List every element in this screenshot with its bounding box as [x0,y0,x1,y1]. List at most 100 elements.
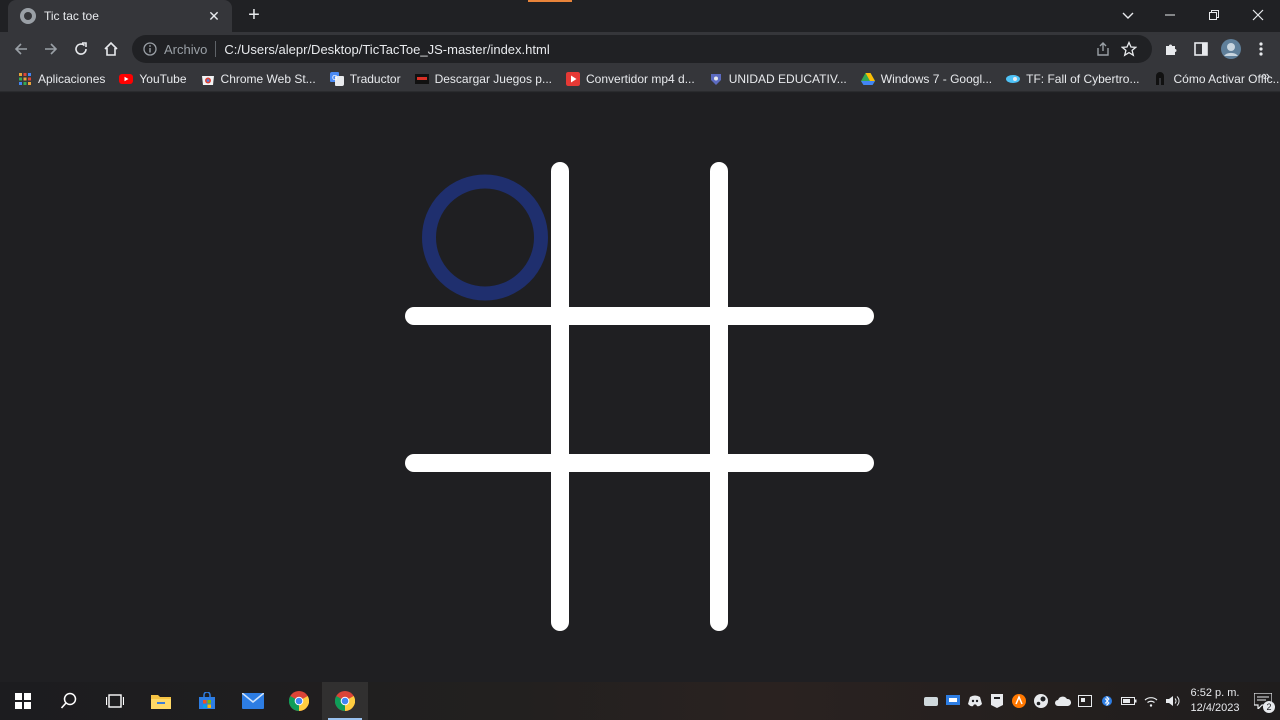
back-button[interactable] [6,34,36,64]
window-controls [1148,0,1280,32]
system-tray: 6:52 p. m. 12/4/2023 2 [920,682,1280,720]
windows-taskbar: 6:52 p. m. 12/4/2023 2 [0,682,1280,720]
store-bag-icon [199,692,215,709]
mail-button[interactable] [230,682,276,720]
microsoft-store-button[interactable] [184,682,230,720]
bookmark-unidad-educativa[interactable]: UNIDAD EDUCATIV... [703,68,853,90]
tab-strip: Tic tac toe ✕ + [0,0,1280,32]
board-cell-2[interactable] [719,171,865,316]
chrome-menu-button[interactable] [1246,34,1276,64]
bookmark-label: Traductor [349,71,401,86]
youtube-icon [119,73,134,84]
play-icon [566,71,580,86]
tray-window-icon[interactable] [1074,682,1096,720]
site-scheme-label: Archivo [164,41,208,57]
bookmark-chrome-web-store[interactable]: Chrome Web St... [195,68,322,90]
board-cell-3[interactable] [414,316,560,463]
battery-icon[interactable] [1118,682,1140,720]
puzzle-icon [1166,44,1177,55]
search-icon [60,692,77,709]
office-icon [1156,71,1165,85]
bookmarks-bar: Aplicaciones YouTube Chrome Web St... G … [0,66,1280,92]
bookmark-label: TF: Fall of Cybertro... [1026,71,1140,86]
start-button[interactable] [0,682,46,720]
steam-icon[interactable] [1030,682,1052,720]
task-view-button[interactable] [92,682,138,720]
tab-tic-tac-toe[interactable]: Tic tac toe ✕ [8,0,232,32]
minimize-icon [1165,14,1175,16]
bookmarks-overflow-button[interactable]: » [1263,68,1270,83]
new-tab-button[interactable]: + [242,4,266,28]
restore-icon [1209,10,1219,20]
chevron-down-icon [1122,12,1134,19]
bookmark-star-icon[interactable] [1116,38,1142,60]
folder-icon [151,695,171,709]
onedrive-icon[interactable] [1052,682,1074,720]
bookmark-aplicaciones[interactable]: Aplicaciones [12,68,111,90]
more-vertical-icon [1259,42,1263,56]
tray-app-icon[interactable] [920,682,942,720]
arrow-left-icon [14,43,27,55]
drive-icon [860,72,875,85]
tic-tac-toe-board [405,162,874,631]
bookmark-label: Chrome Web St... [220,71,316,86]
bookmark-label: Aplicaciones [38,71,106,86]
profile-button[interactable] [1216,34,1246,64]
bookmark-windows-7-google[interactable]: Windows 7 - Googl... [855,68,998,90]
bluetooth-icon[interactable] [1096,682,1118,720]
address-separator [215,41,217,57]
games-site-icon [414,73,429,84]
url-text[interactable]: C:/Users/alepr/Desktop/TicTacToe_JS-mast… [224,42,1090,57]
tab-close-button[interactable]: ✕ [206,8,222,25]
forward-button[interactable] [36,34,66,64]
minimize-button[interactable] [1148,0,1192,30]
page-content [0,93,1280,682]
bookmark-youtube[interactable]: YouTube [113,68,192,90]
bookmark-convertidor-mp4[interactable]: Convertidor mp4 d... [560,68,701,90]
volume-icon[interactable] [1162,682,1184,720]
file-explorer-button[interactable] [138,682,184,720]
board-cell-1[interactable] [560,171,719,316]
info-icon[interactable] [142,41,158,57]
translate-icon: G [329,71,344,86]
tab-search-button[interactable] [1116,4,1140,28]
address-bar[interactable]: Archivo C:/Users/alepr/Desktop/TicTacToe… [132,35,1152,63]
side-panel-button[interactable] [1186,34,1216,64]
arrow-right-icon [45,43,58,55]
share-icon[interactable] [1090,38,1116,60]
taskbar-clock[interactable]: 6:52 p. m. 12/4/2023 [1184,686,1246,716]
extensions-button[interactable] [1156,34,1186,64]
restore-button[interactable] [1192,0,1236,30]
board-cell-8[interactable] [719,463,865,622]
board-cell-4[interactable] [560,316,719,463]
reload-button[interactable] [66,34,96,64]
bookmark-label: Windows 7 - Googl... [880,71,993,86]
wifi-icon[interactable] [1140,682,1162,720]
bookmark-descargar-juegos[interactable]: Descargar Juegos p... [409,68,558,90]
chrome-taskbar-button[interactable] [276,682,322,720]
discord-icon[interactable] [964,682,986,720]
tray-monitor-icon[interactable] [942,682,964,720]
bookmark-traductor[interactable]: G Traductor [324,68,407,90]
window-accent [528,0,572,2]
notifications-button[interactable]: 2 [1246,682,1280,720]
clock-date: 12/4/2023 [1190,702,1240,714]
chrome-web-store-icon [201,75,214,85]
svg-text:G: G [332,74,337,82]
bookmark-como-activar-office[interactable]: Cómo Activar Offic... [1147,68,1280,90]
board-cell-6[interactable] [414,463,560,622]
avast-icon[interactable] [1008,682,1030,720]
epic-games-icon[interactable] [986,682,1008,720]
chrome-taskbar-button-active[interactable] [322,682,368,720]
task-view-icon [106,694,124,708]
bookmark-label: Convertidor mp4 d... [586,71,695,86]
board-cell-5[interactable] [719,316,865,463]
avatar [1221,39,1241,59]
bookmark-tf-fall-of-cybertron[interactable]: TF: Fall of Cybertro... [1000,68,1145,90]
browser-toolbar: Archivo C:/Users/alepr/Desktop/TicTacToe… [0,32,1280,66]
home-button[interactable] [96,34,126,64]
close-window-button[interactable] [1236,0,1280,30]
search-button[interactable] [46,682,92,720]
bookmark-label: UNIDAD EDUCATIV... [728,71,847,86]
board-cell-7[interactable] [560,463,719,622]
